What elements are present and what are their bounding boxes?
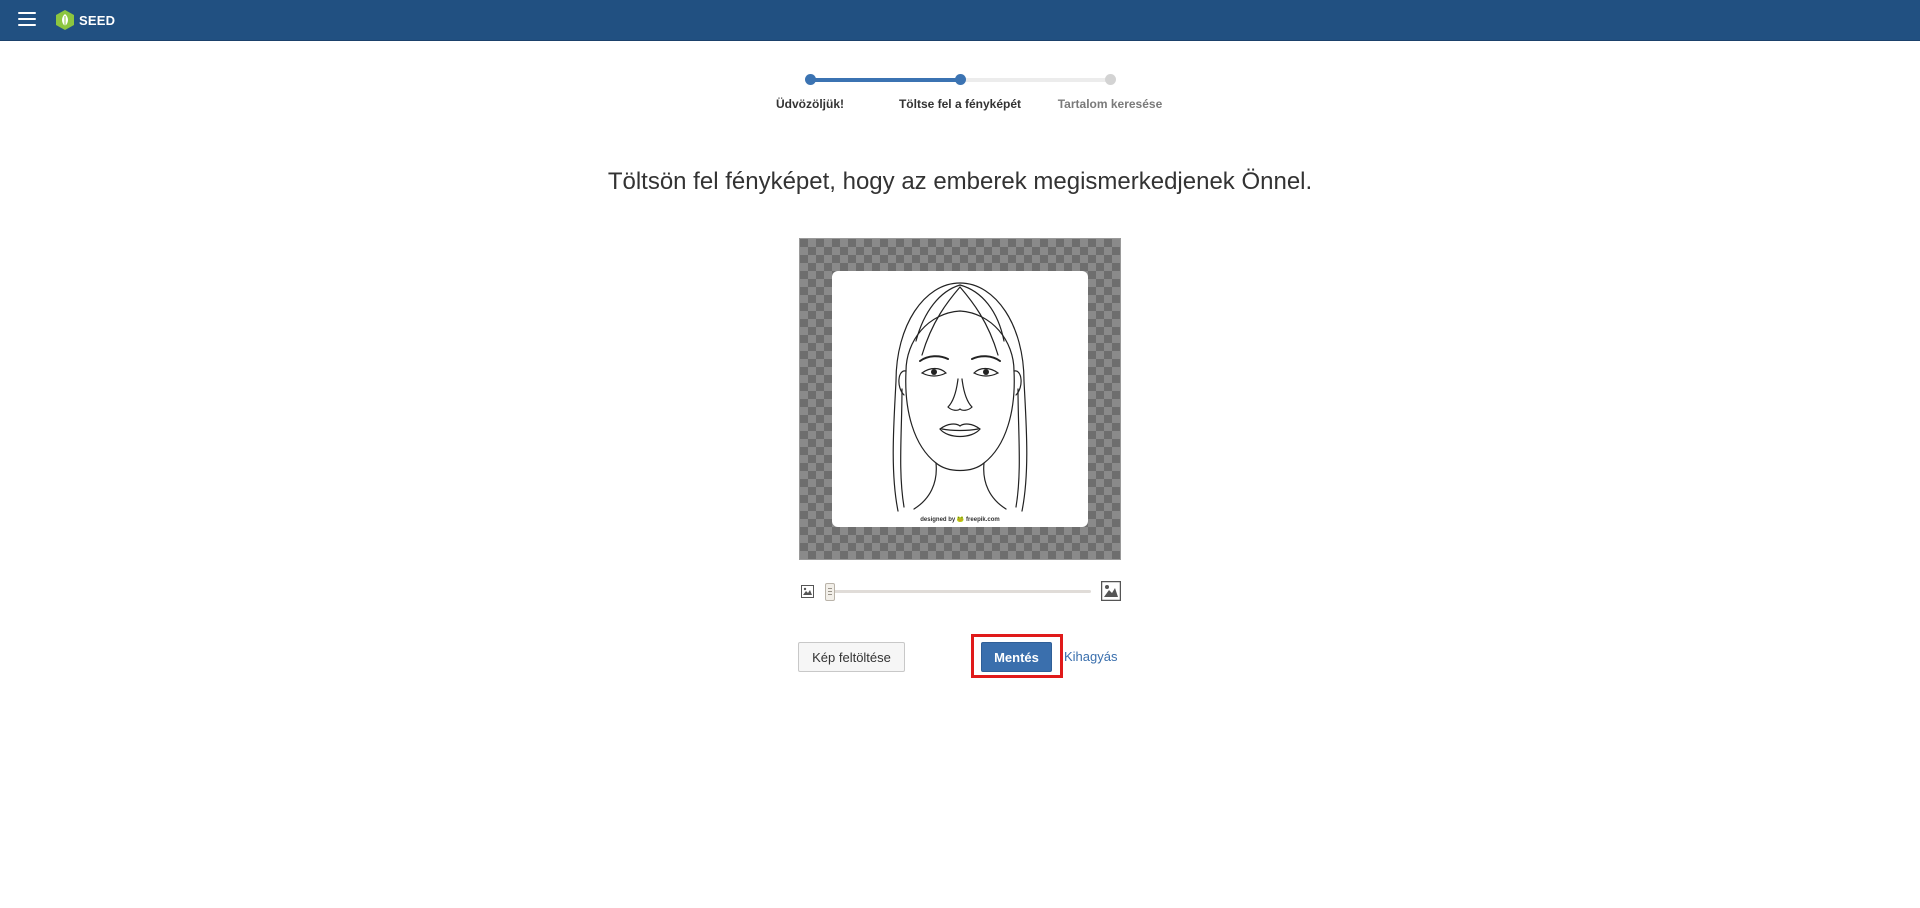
zoom-slider-track[interactable]	[827, 590, 1091, 593]
top-navigation-bar: SEED	[0, 0, 1920, 41]
onboarding-stepper: Üdvözöljük! Töltse fel a fényképét Tarta…	[770, 71, 1162, 121]
photo-cropper[interactable]: designed by 🐸 freepik.com	[799, 238, 1121, 560]
stepper-progress-done	[810, 78, 960, 82]
face-illustration	[892, 282, 1028, 512]
seed-logo[interactable]: SEED	[55, 9, 115, 31]
step-label-upload-photo: Töltse fel a fényképét	[898, 97, 1022, 111]
image-large-icon[interactable]	[1101, 581, 1121, 601]
upload-photo-button[interactable]: Kép feltöltése	[798, 642, 905, 672]
stepper-progress-remaining	[960, 78, 1110, 82]
step-dot-1	[805, 74, 816, 85]
image-small-icon[interactable]	[801, 585, 814, 598]
page-title: Töltsön fel fényképet, hogy az emberek m…	[607, 168, 1313, 195]
step-dot-3	[1105, 74, 1116, 85]
photo-credit: designed by 🐸 freepik.com	[920, 517, 1000, 523]
profile-photo-preview[interactable]: designed by 🐸 freepik.com	[832, 271, 1088, 527]
brand-name: SEED	[79, 12, 116, 28]
leaf-hexagon-icon	[56, 10, 74, 30]
step-label-welcome: Üdvözöljük!	[776, 97, 844, 111]
step-label-find-content: Tartalom keresése	[1057, 97, 1163, 111]
zoom-control	[799, 580, 1121, 604]
save-button[interactable]: Mentés	[981, 642, 1052, 672]
zoom-slider-handle[interactable]	[825, 583, 835, 601]
step-dot-2	[955, 74, 966, 85]
hamburger-menu-icon[interactable]	[18, 12, 36, 26]
skip-link[interactable]: Kihagyás	[1064, 649, 1117, 664]
